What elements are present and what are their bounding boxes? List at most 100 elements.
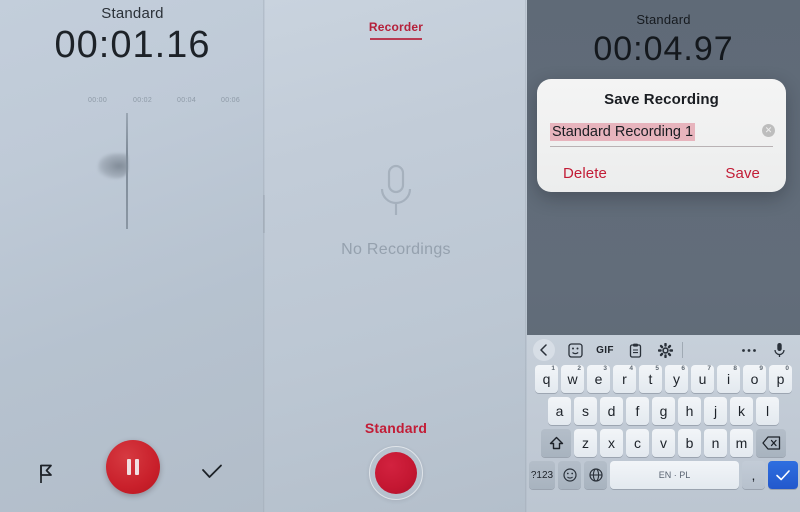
- empty-state: No Recordings: [265, 162, 527, 259]
- key-s[interactable]: s: [574, 397, 597, 425]
- symbols-key[interactable]: ?123: [529, 461, 555, 489]
- sticker-icon[interactable]: [560, 338, 590, 362]
- key-c[interactable]: c: [626, 429, 649, 457]
- on-screen-keyboard: GIF 1 q 2 w 3 e 4 r 5 t 6 y 7 u 8 i 9 o …: [527, 335, 800, 512]
- backspace-icon: [761, 436, 780, 450]
- key-e[interactable]: 3e: [587, 365, 610, 393]
- globe-icon: [588, 468, 603, 482]
- shift-icon: [549, 436, 563, 449]
- key-num-hint: 6: [681, 365, 685, 372]
- delete-button[interactable]: Delete: [563, 165, 607, 182]
- waveform-blob: [98, 153, 128, 179]
- save-mode-label: Standard: [636, 12, 691, 27]
- key-q[interactable]: 1q: [535, 365, 558, 393]
- key-h[interactable]: h: [678, 397, 701, 425]
- backspace-key[interactable]: [756, 429, 786, 457]
- waveform-timeline[interactable]: 00:00 00:02 00:04 00:06: [0, 95, 265, 240]
- key-y[interactable]: 6y: [665, 365, 688, 393]
- key-num-hint: 5: [655, 365, 659, 372]
- emoji-key[interactable]: [558, 461, 581, 489]
- save-recording-dialog: Save Recording Standard Recording 1 ✕ De…: [537, 79, 786, 192]
- enter-key[interactable]: [768, 461, 798, 489]
- pause-button[interactable]: [105, 440, 160, 494]
- microphone-icon[interactable]: [764, 338, 794, 362]
- dialog-title: Save Recording: [604, 91, 719, 108]
- keyboard-row-1: 1q 2w 3e 4r 5t 6y 7u 8i 9o 0p: [527, 365, 800, 393]
- enter-icon: [776, 470, 790, 481]
- globe-key[interactable]: [584, 461, 607, 489]
- key-i[interactable]: 8i: [717, 365, 740, 393]
- save-button[interactable]: Save: [725, 165, 760, 182]
- key-v[interactable]: v: [652, 429, 675, 457]
- tab-recorder[interactable]: Recorder: [265, 20, 527, 34]
- key-num-hint: 0: [785, 365, 789, 372]
- key-a[interactable]: a: [548, 397, 571, 425]
- screenshot-stage: Standard 00:01.16 00:00 00:02 00:04 00:0…: [0, 0, 800, 512]
- pause-icon: [126, 459, 139, 475]
- key-m[interactable]: m: [730, 429, 753, 457]
- key-d[interactable]: d: [600, 397, 623, 425]
- key-w[interactable]: 2w: [561, 365, 584, 393]
- recorder-bottom-bar: Standard: [265, 420, 527, 500]
- keyboard-row-2: a s d f g h j k l: [527, 397, 800, 425]
- key-num-hint: 1: [551, 365, 555, 372]
- key-n[interactable]: n: [704, 429, 727, 457]
- back-chevron-icon[interactable]: [533, 339, 555, 361]
- dialog-actions: Delete Save: [563, 165, 760, 182]
- key-label: q: [542, 371, 551, 387]
- space-key[interactable]: EN · PL: [610, 461, 739, 489]
- key-t[interactable]: 5t: [639, 365, 662, 393]
- emoji-icon: [562, 468, 577, 482]
- shift-key[interactable]: [541, 429, 571, 457]
- clipboard-icon[interactable]: [620, 338, 650, 362]
- recording-mode-label: Standard: [101, 5, 164, 22]
- playhead-line: [126, 113, 128, 229]
- key-num-hint: 9: [759, 365, 763, 372]
- key-label: w: [567, 371, 578, 387]
- key-b[interactable]: b: [678, 429, 701, 457]
- key-label: e: [594, 371, 603, 387]
- recorder-tab-header: Recorder: [265, 20, 527, 40]
- recording-name-value[interactable]: Standard Recording 1: [550, 123, 696, 141]
- flag-icon[interactable]: [38, 464, 54, 489]
- key-num-hint: 8: [733, 365, 737, 372]
- key-g[interactable]: g: [652, 397, 675, 425]
- record-mode-label[interactable]: Standard: [265, 420, 527, 436]
- more-icon[interactable]: [734, 338, 764, 362]
- timeline-tick-row: 00:00 00:02 00:04 00:06: [0, 97, 265, 111]
- keyboard-toolbar: GIF: [527, 335, 800, 365]
- key-o[interactable]: 9o: [743, 365, 766, 393]
- key-p[interactable]: 0p: [769, 365, 792, 393]
- gif-button[interactable]: GIF: [590, 338, 620, 362]
- key-r[interactable]: 4r: [613, 365, 636, 393]
- key-u[interactable]: 7u: [691, 365, 714, 393]
- key-j[interactable]: j: [704, 397, 727, 425]
- key-f[interactable]: f: [626, 397, 649, 425]
- key-label: p: [776, 371, 785, 387]
- keyboard-row-4: ?123 EN · PL ,: [527, 461, 800, 489]
- key-x[interactable]: x: [600, 429, 623, 457]
- done-check-icon[interactable]: [201, 464, 223, 485]
- clear-icon[interactable]: ✕: [762, 124, 775, 137]
- key-label: r: [622, 371, 627, 387]
- recording-controls: [0, 428, 265, 504]
- microphone-icon: [380, 164, 412, 215]
- panel-recording-in-progress: Standard 00:01.16 00:00 00:02 00:04 00:0…: [0, 0, 265, 512]
- keyboard-row-3: z x c v b n m: [527, 429, 800, 457]
- record-button[interactable]: [369, 446, 423, 500]
- key-l[interactable]: l: [756, 397, 779, 425]
- key-k[interactable]: k: [730, 397, 753, 425]
- key-z[interactable]: z: [574, 429, 597, 457]
- key-label: y: [673, 371, 680, 387]
- timeline-tick: 00:04: [177, 97, 197, 104]
- key-label: t: [648, 371, 653, 387]
- key-num-hint: 2: [577, 365, 581, 372]
- key-num-hint: 7: [707, 365, 711, 372]
- comma-key[interactable]: ,: [742, 461, 765, 489]
- key-label: i: [726, 371, 731, 387]
- gear-icon[interactable]: [650, 338, 680, 362]
- record-dot-icon: [375, 452, 417, 494]
- panel-recorder-list: Recorder No Recordings Standard: [265, 0, 527, 512]
- key-label: u: [698, 371, 707, 387]
- recording-name-field[interactable]: Standard Recording 1 ✕: [550, 123, 775, 147]
